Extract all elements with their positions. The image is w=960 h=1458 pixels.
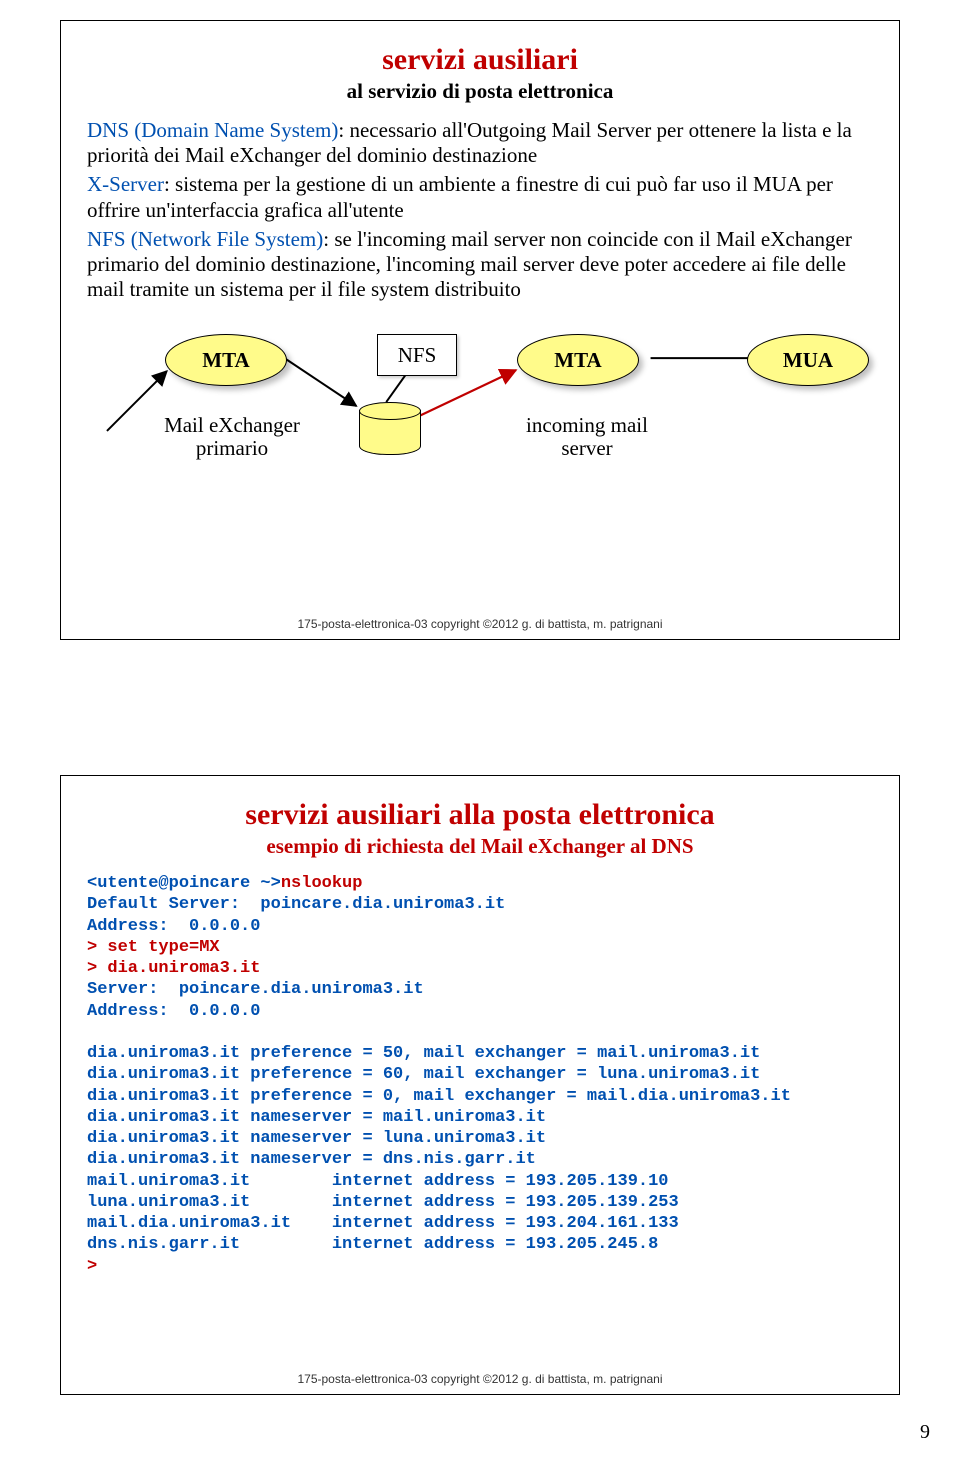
slide1-footer: 175-posta-elettronica-03 copyright ©2012… (61, 617, 899, 631)
label-incoming: incoming mailserver (507, 414, 667, 460)
slide1-title: servizi ausiliari (87, 43, 873, 77)
para-dns: DNS (Domain Name System): necessario all… (87, 118, 873, 168)
txt-xserver: : sistema per la gestione di un ambiente… (87, 172, 833, 221)
slide2-title: servizi ausiliari alla posta elettronica (87, 798, 873, 832)
label-nfs: NFS (398, 343, 437, 368)
diagram: MTA NFS MTA MUA Mail eXchangerprimario i… (87, 316, 873, 506)
node-mua: MUA (747, 334, 869, 386)
cylinder-icon (359, 402, 419, 454)
label-mx-b: primario (196, 436, 268, 460)
terminal-output: <utente@poincare ~>nslookup Default Serv… (87, 873, 873, 1277)
kw-xserver: X-Server (87, 172, 164, 196)
slide2-footer: 175-posta-elettronica-03 copyright ©2012… (61, 1372, 899, 1386)
kw-nfs: NFS (Network File System) (87, 227, 323, 251)
slide-servizi-ausiliari: servizi ausiliari al servizio di posta e… (60, 20, 900, 640)
label-inc-b: server (561, 436, 612, 460)
label-mta-right: MTA (554, 348, 601, 373)
slide2-subtitle: esempio di richiesta del Mail eXchanger … (87, 834, 873, 859)
para-xserver: X-Server: sistema per la gestione di un … (87, 172, 873, 222)
label-mx-a: Mail eXchanger (164, 413, 300, 437)
label-inc-a: incoming mail (526, 413, 648, 437)
label-mta-left: MTA (202, 348, 249, 373)
slide1-subtitle: al servizio di posta elettronica (87, 79, 873, 104)
para-nfs: NFS (Network File System): se l'incoming… (87, 227, 873, 303)
label-mua: MUA (783, 348, 833, 373)
node-mta-right: MTA (517, 334, 639, 386)
kw-dns: DNS (Domain Name System) (87, 118, 338, 142)
slide-nslookup: servizi ausiliari alla posta elettronica… (60, 775, 900, 1395)
label-mx-primario: Mail eXchangerprimario (147, 414, 317, 460)
page-number: 9 (920, 1421, 930, 1444)
node-nfs: NFS (377, 334, 457, 376)
node-mta-left: MTA (165, 334, 287, 386)
